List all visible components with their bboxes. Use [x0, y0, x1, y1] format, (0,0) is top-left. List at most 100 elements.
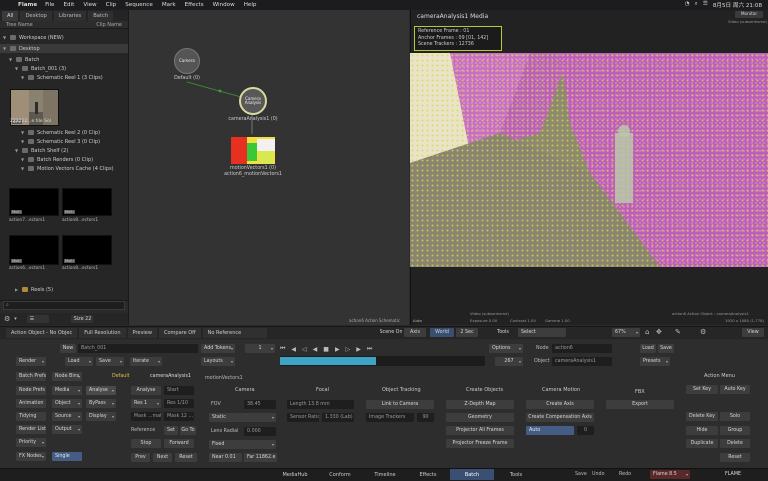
analysis-image[interactable] [410, 53, 768, 267]
motion-vectors-node[interactable] [231, 137, 275, 164]
default-tab[interactable]: Default [112, 374, 130, 379]
tree-row-schematic-reel-2[interactable]: ▼ Schematic Reel 2 (0 Clip) [0, 128, 128, 137]
load-dropdown[interactable]: Load [65, 357, 93, 366]
prev-key-icon[interactable]: ◀ [291, 346, 296, 353]
create-compensation-axis-button[interactable]: Create Compensation Axis [526, 413, 594, 422]
move-icon[interactable]: ✥ [656, 328, 662, 336]
clock[interactable]: 8月5日 周六 21:08 [713, 1, 762, 9]
motion-vectors-tab[interactable]: motionVectors1 [205, 376, 243, 381]
goto-reference-button[interactable]: Go To [180, 426, 196, 435]
priority-dropdown[interactable]: Priority [16, 438, 46, 447]
menu-edit[interactable]: Edit [64, 2, 75, 8]
cache-thumb-2[interactable]: Multi [62, 188, 112, 216]
next-button[interactable]: Next [153, 453, 172, 462]
gear-icon[interactable]: ⚙ [4, 315, 10, 323]
reset-button[interactable]: Reset [720, 453, 750, 462]
analyse-button[interactable]: Analyse [131, 386, 161, 395]
delete-key-button[interactable]: Delete Key [686, 412, 718, 421]
redo-button[interactable]: Redo [619, 472, 631, 477]
source-dropdown[interactable]: Source [52, 412, 82, 421]
step-back-icon[interactable]: ◁ [302, 346, 307, 353]
action-object-dropdown[interactable]: Action Object - No Objec [6, 328, 78, 338]
lens-mode-dropdown[interactable]: Fixed [209, 440, 276, 449]
camera-analysis-tab[interactable]: cameraAnalysis1 [150, 374, 191, 379]
geometry-button[interactable]: Geometry [446, 413, 514, 422]
zoom-dropdown[interactable]: 67% [612, 328, 640, 337]
menu-help[interactable]: Help [244, 2, 257, 8]
node-prefs-button[interactable]: Node Prefs [16, 386, 46, 395]
analyse-dropdown[interactable]: Analyse [86, 386, 116, 395]
presets-dropdown[interactable]: Presets [640, 357, 670, 366]
preview-button[interactable]: Preview [127, 328, 157, 338]
render-list-button[interactable]: Render List [16, 425, 46, 434]
resolution-dropdown[interactable]: Res 1 [131, 399, 161, 408]
reset-analysis-button[interactable]: Reset [175, 453, 197, 462]
eyedropper-icon[interactable]: ✎ [675, 328, 681, 336]
mask-field[interactable]: Mask ...mate [131, 412, 161, 421]
stop-icon[interactable]: ■ [323, 346, 329, 353]
menu-clip[interactable]: Clip [106, 2, 117, 8]
tab-libraries[interactable]: Libraries [53, 10, 87, 21]
cache-thumb-4[interactable]: Multi [62, 235, 112, 265]
projector-all-frames-button[interactable]: Projector All Frames [446, 426, 514, 435]
view-button[interactable]: View [742, 328, 764, 337]
play-back-icon[interactable]: ◀ [313, 346, 318, 353]
wifi-icon[interactable]: ◔ [685, 1, 690, 9]
create-axis-button[interactable]: Create Axis [526, 400, 594, 409]
select-tool[interactable]: Select [518, 328, 566, 337]
save-button[interactable]: Save [575, 472, 587, 477]
delete-button[interactable]: Delete [720, 439, 750, 448]
size-field[interactable]: Size 22 [70, 315, 93, 323]
batch-schematic[interactable]: Camera Default (0) Camera Analysis camer… [128, 10, 409, 325]
control-center-icon[interactable]: ☰ [703, 1, 708, 9]
tree-row-schematic-reel-3[interactable]: ▼ Schematic Reel 3 (0 Clip) [0, 137, 128, 146]
camera-node[interactable]: Camera [174, 48, 200, 74]
single-button[interactable]: Single [52, 452, 82, 461]
far-field[interactable]: Far 11862.e [244, 453, 277, 462]
tab-all[interactable]: All [2, 10, 19, 21]
tidying-button[interactable]: Tidying [16, 412, 46, 421]
step-fwd-icon[interactable]: ▷ [346, 346, 351, 353]
tree-row-schematic-reel-1[interactable]: ▼ Schematic Reel 1 (3 Clips) [0, 73, 128, 82]
tab-tools[interactable]: Tools [486, 469, 546, 480]
monitor-button[interactable]: Monitor [735, 11, 763, 18]
object-dropdown[interactable]: Object [52, 399, 82, 408]
frame-field[interactable]: 1 [245, 344, 275, 353]
load-button[interactable]: Load [640, 344, 656, 353]
world-toggle[interactable]: World [430, 328, 454, 337]
solo-button[interactable]: Solo [720, 412, 750, 421]
tree-row-workspace[interactable]: ▼ Workspace (NEW) [0, 33, 128, 42]
tab-desktop[interactable]: Desktop [20, 10, 52, 21]
tree-row-batch-shelf[interactable]: ▼ Batch Shelf (2) [0, 146, 128, 155]
layouts-dropdown[interactable]: Layouts [201, 357, 235, 366]
auto-value-field[interactable]: 0 [577, 426, 594, 435]
timeline-scrubber[interactable] [280, 356, 485, 366]
clip-name-header[interactable]: Clip Name [96, 22, 122, 28]
menu-view[interactable]: View [83, 2, 96, 8]
menu-mark[interactable]: Mark [162, 2, 176, 8]
menu-file[interactable]: File [45, 2, 54, 8]
focal-length-field[interactable]: Length 13.8 mm [287, 400, 354, 409]
play-icon[interactable]: ▶ [335, 346, 340, 353]
search-icon[interactable]: ⌕ [695, 1, 698, 9]
hide-button[interactable]: Hide [686, 426, 718, 435]
tree-row-desktop[interactable]: ▼ Desktop [0, 44, 128, 53]
tree-row-motion-vectors[interactable]: ▼ Motion Vectors Cache (4 Clips) [0, 164, 128, 173]
forward-button[interactable]: Forward [164, 439, 194, 448]
next-key-icon[interactable]: ▶ [356, 346, 361, 353]
tab-effects[interactable]: Effects [398, 469, 458, 480]
batch-prefs-button[interactable]: Batch Prefs [16, 372, 46, 381]
tree-row-reels[interactable]: ▶ Reels (5) [0, 285, 128, 294]
stop-button[interactable]: Stop [131, 439, 161, 448]
fov-field[interactable]: 38.45 [244, 400, 276, 409]
resolution-field[interactable]: Res 1/10 [164, 399, 194, 408]
view-list-button[interactable]: ☰ [26, 315, 49, 323]
gear-icon[interactable]: ⚙ [700, 328, 706, 336]
menu-effects[interactable]: Effects [185, 2, 204, 8]
export-fbx-button[interactable]: Export [606, 400, 674, 409]
home-icon[interactable]: ⌂ [645, 328, 649, 336]
add-tokens-dropdown[interactable]: Add Tokens [201, 344, 235, 353]
node-field[interactable]: action6 [552, 344, 612, 353]
cache-thumb-1[interactable]: Multi [9, 188, 59, 216]
camera-analysis-node[interactable]: Camera Analysis [239, 87, 267, 115]
